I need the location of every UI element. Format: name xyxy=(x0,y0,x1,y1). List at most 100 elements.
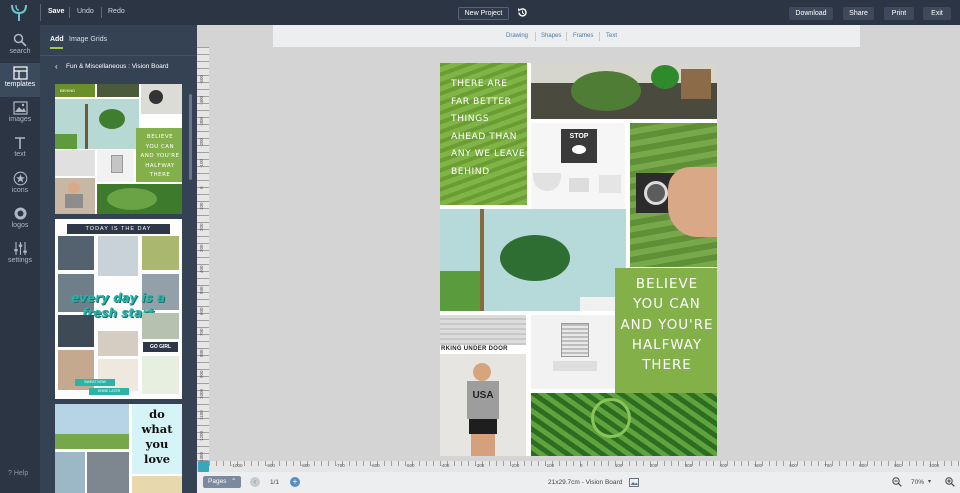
tag-block: SHINE LATER xyxy=(89,388,129,395)
pages-button[interactable]: Pages ⌃ xyxy=(203,476,241,488)
rail-item-settings[interactable]: settings xyxy=(0,238,40,272)
status-bar: Pages ⌃ ‹ 1/1 + 21x29.7cm - Vision Board… xyxy=(197,472,960,493)
pages-label: Pages xyxy=(208,478,227,485)
photo-girl-usa-shirt[interactable]: RKING UNDER DOOR USA xyxy=(440,315,526,456)
ruler-label: 200 xyxy=(199,223,204,231)
rail-item-text[interactable]: text xyxy=(0,133,40,167)
photo-plants-top[interactable] xyxy=(531,63,717,119)
ruler-label: 500 xyxy=(754,463,763,468)
ruler-label: 700 xyxy=(824,463,832,468)
ruler-label: 100 xyxy=(199,202,204,210)
prev-page-icon[interactable]: ‹ xyxy=(250,477,260,487)
ruler-label: -500 xyxy=(199,74,204,84)
image-icon[interactable] xyxy=(629,478,639,487)
ruler-label: -600 xyxy=(370,463,380,468)
photo-camera-hand[interactable] xyxy=(630,123,717,267)
rail-label: icons xyxy=(11,187,29,194)
design-page[interactable]: THERE ARE FAR BETTER THINGS AHEAD THAN A… xyxy=(440,63,717,456)
templates-panel: Add Image Grids ‹ Fun & Miscellaneous : … xyxy=(40,25,197,493)
drawing-tool[interactable]: Drawing xyxy=(506,33,528,39)
app-logo-icon[interactable] xyxy=(10,3,28,22)
tab-image-grids[interactable]: Image Grids xyxy=(69,36,107,43)
image-block xyxy=(55,99,139,149)
image-block xyxy=(142,236,179,270)
ruler-label: -400 xyxy=(440,463,450,468)
zoom-in-icon[interactable] xyxy=(945,477,955,487)
image-block xyxy=(55,150,95,176)
page-counter: 1/1 xyxy=(270,479,280,486)
add-page-icon[interactable]: + xyxy=(290,477,300,487)
chevron-down-icon[interactable]: ▾ xyxy=(928,478,931,485)
rail-item-images[interactable]: images xyxy=(0,98,40,132)
ruler-label: -500 xyxy=(405,463,415,468)
ruler-corner-logo-icon[interactable] xyxy=(198,461,209,472)
download-button[interactable]: Download xyxy=(789,7,833,20)
history-icon[interactable] xyxy=(517,7,528,18)
divider xyxy=(40,4,41,21)
image-block xyxy=(132,476,182,493)
canvas-quote-1[interactable]: THERE ARE FAR BETTER THINGS AHEAD THAN A… xyxy=(451,75,527,180)
photo-vent[interactable] xyxy=(531,315,615,389)
divider xyxy=(535,32,536,41)
photo-stop-sign[interactable]: STOP xyxy=(531,123,625,209)
ruler-label: 1100 xyxy=(199,410,204,420)
quote-block: BELIEVE YOU CAN AND YOU'RE HALFWAY THERE xyxy=(136,128,182,182)
divider xyxy=(69,7,70,18)
print-button[interactable]: Print xyxy=(884,7,914,20)
divider xyxy=(101,7,102,18)
image-block xyxy=(97,184,182,214)
rail-item-logos[interactable]: logos xyxy=(0,203,40,237)
rail-label: search xyxy=(9,48,31,55)
thumb-quote: do what you love xyxy=(141,407,173,466)
image-block xyxy=(58,236,94,270)
insert-toolbar: Drawing Shapes Frames Text xyxy=(273,25,860,47)
street-sign-text: RKING UNDER DOOR xyxy=(441,346,508,352)
text-icon xyxy=(15,137,25,149)
tab-add[interactable]: Add xyxy=(50,36,64,43)
quote-cell-1[interactable]: THERE ARE FAR BETTER THINGS AHEAD THAN A… xyxy=(440,63,527,205)
tag-block: SWEAT NOW xyxy=(75,379,115,386)
quote-cell-2[interactable]: BELIEVE YOU CAN AND YOU'RE HALFWAY THERE xyxy=(615,268,717,402)
ruler-label: 0 xyxy=(580,463,583,468)
rail-item-templates[interactable]: templates xyxy=(0,63,40,97)
thumb-header: TODAY IS THE DAY xyxy=(85,226,152,232)
ruler-label: -100 xyxy=(545,463,555,468)
save-button[interactable]: Save xyxy=(48,8,64,15)
image-block xyxy=(55,178,95,214)
rail-item-search[interactable]: search xyxy=(0,30,40,64)
redo-button[interactable]: Redo xyxy=(108,8,125,15)
image-block xyxy=(55,452,85,493)
undo-button[interactable]: Undo xyxy=(77,8,94,15)
rail-item-icons[interactable]: icons xyxy=(0,168,40,202)
zoom-out-icon[interactable] xyxy=(892,477,902,487)
text-tool[interactable]: Text xyxy=(606,33,617,39)
image-block xyxy=(98,236,138,276)
help-link[interactable]: ? Help xyxy=(8,470,28,477)
ruler-label: -800 xyxy=(300,463,310,468)
chevron-up-icon: ⌃ xyxy=(231,478,237,485)
horizontal-ruler[interactable] xyxy=(209,461,960,472)
template-thumbnail-2[interactable]: TODAY IS THE DAY every day is a fresh st… xyxy=(55,219,182,399)
breadcrumb[interactable]: Fun & Miscellaneous : Vision Board xyxy=(66,63,169,70)
ruler-label: -900 xyxy=(265,463,275,468)
header-block: TODAY IS THE DAY xyxy=(67,224,170,234)
panel-scrollbar[interactable] xyxy=(189,94,192,180)
shapes-tool[interactable]: Shapes xyxy=(541,33,561,39)
new-project-button[interactable]: New Project xyxy=(458,7,509,20)
exit-button[interactable]: Exit xyxy=(923,7,951,20)
frames-tool[interactable]: Frames xyxy=(573,33,593,39)
photo-palm-tree[interactable] xyxy=(440,209,626,311)
share-button[interactable]: Share xyxy=(843,7,874,20)
template-thumbnail-1[interactable]: BEHIND BELIEVE YOU CAN AND YOU'RE HALFWA… xyxy=(55,84,182,214)
shirt-text: USA xyxy=(472,390,494,401)
ruler-label: 1200 xyxy=(199,430,204,441)
ruler-label: -200 xyxy=(510,463,520,468)
canvas-quote-2[interactable]: BELIEVE YOU CAN AND YOU'RE HALFWAY THERE xyxy=(619,275,715,376)
template-thumbnail-3[interactable]: do what you love xyxy=(55,404,182,493)
zoom-level[interactable]: 70% xyxy=(911,479,924,486)
photo-fern[interactable] xyxy=(531,393,717,456)
thumb-tag: SHINE LATER xyxy=(97,389,121,393)
ruler-label: 800 xyxy=(199,349,204,357)
back-arrow-icon[interactable]: ‹ xyxy=(55,62,58,71)
ruler-label: 800 xyxy=(859,463,867,468)
